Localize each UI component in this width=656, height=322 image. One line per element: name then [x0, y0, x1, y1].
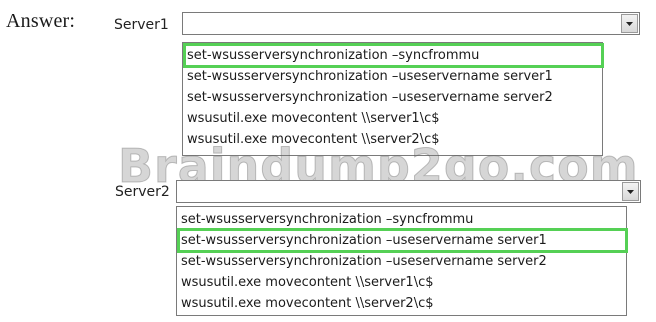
server2-dropdown-button[interactable]	[622, 182, 639, 201]
server1-dropdown-button[interactable]	[621, 14, 638, 33]
server1-option[interactable]: wsusutil.exe movecontent \\server1\c$	[185, 108, 602, 129]
server2-option[interactable]: set-wsusserversynchronization –syncfromm…	[179, 209, 626, 230]
chevron-down-icon	[626, 21, 633, 26]
server1-label: Server1	[114, 17, 169, 33]
server2-label: Server2	[115, 184, 170, 200]
server2-options-list: set-wsusserversynchronization –syncfromm…	[176, 206, 628, 316]
server2-option[interactable]: wsusutil.exe movecontent \\server1\c$	[179, 272, 626, 293]
answer-label: Answer:	[6, 10, 76, 32]
server2-option[interactable]: set-wsusserversynchronization –useserver…	[177, 228, 628, 253]
chevron-down-icon	[627, 189, 634, 194]
server1-dropdown[interactable]	[182, 12, 640, 35]
server2-option[interactable]: wsusutil.exe movecontent \\server2\c$	[179, 293, 626, 314]
server2-dropdown[interactable]	[176, 180, 641, 203]
server2-option[interactable]: set-wsusserversynchronization –useserver…	[179, 251, 626, 272]
server1-options-list: set-wsusserversynchronization –syncfromm…	[182, 42, 604, 156]
server1-option[interactable]: wsusutil.exe movecontent \\server2\c$	[185, 129, 602, 150]
server1-option[interactable]: set-wsusserversynchronization –syncfromm…	[183, 43, 604, 68]
server1-option[interactable]: set-wsusserversynchronization –useserver…	[185, 87, 602, 108]
server1-option[interactable]: set-wsusserversynchronization –useserver…	[185, 66, 602, 87]
